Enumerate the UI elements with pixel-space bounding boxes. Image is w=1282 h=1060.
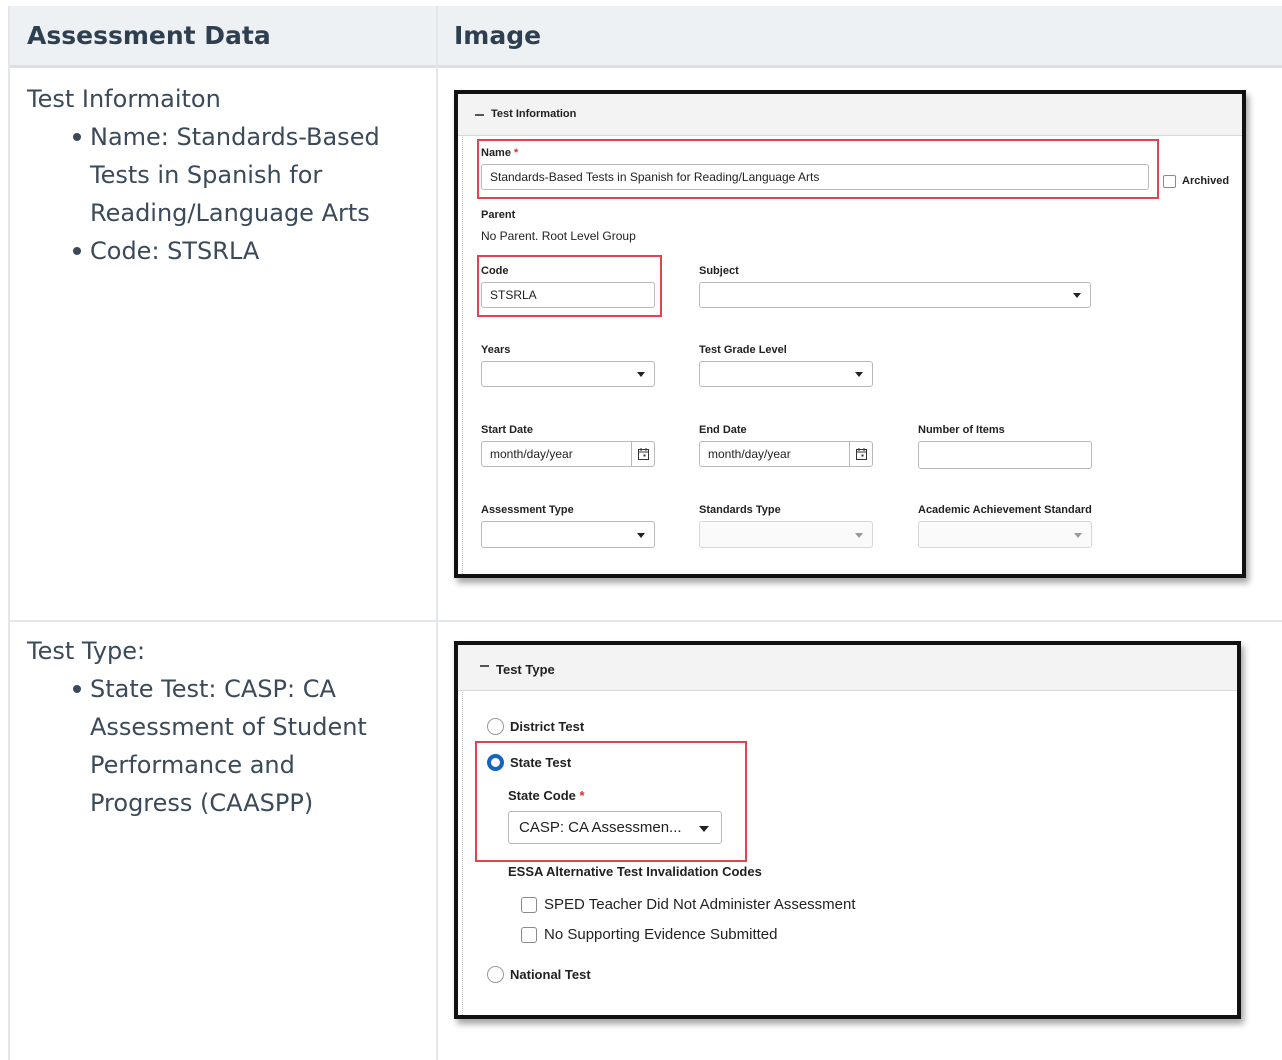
archived-checkbox[interactable] [1163,175,1176,188]
section-title: Test Type [496,662,555,677]
years-select[interactable] [481,361,655,387]
start-date-placeholder: month/day/year [490,447,573,461]
column-divider [436,6,438,1060]
sped-teacher-checkbox[interactable] [521,897,537,913]
row2-description: Test Type: State Test: CASP: CA Assessme… [27,632,367,822]
achievement-standard-select[interactable] [918,521,1092,548]
code-label: Code [481,265,509,277]
test-information-screenshot: Test Information Name * Standards-Based … [454,90,1246,578]
sped-teacher-label: SPED Teacher Did Not Administer Assessme… [544,896,856,913]
list-item-line: Name: Standards-Based [90,123,380,151]
column-header-assessment-data: Assessment Data [27,21,271,50]
row1-description: Test Informaiton Name: Standards-Based T… [27,80,380,270]
calendar-icon[interactable] [631,442,654,466]
calendar-icon[interactable] [849,442,872,466]
name-label: Name * [481,147,519,159]
state-test-label: State Test [510,755,572,770]
row-divider [8,620,1282,622]
list-item-line: Reading/Language Arts [90,199,370,227]
subject-label: Subject [699,265,739,277]
standards-type-label: Standards Type [699,504,781,516]
list-item-name: Name: Standards-Based Tests in Spanish f… [73,118,380,232]
no-evidence-checkbox[interactable] [521,927,537,943]
list-item-state-test: State Test: CASP: CA Assessment of Stude… [73,670,367,822]
parent-value: No Parent. Root Level Group [481,229,636,243]
row2-list: State Test: CASP: CA Assessment of Stude… [27,670,367,822]
assessment-type-label: Assessment Type [481,504,574,516]
code-input[interactable]: STSRLA [481,282,655,308]
column-header-image: Image [454,21,542,50]
chevron-down-icon [855,532,863,538]
end-date-placeholder: month/day/year [708,447,791,461]
table-left-border [8,6,10,1060]
table-header-row: Assessment Data Image [8,6,1282,68]
number-of-items-input[interactable] [918,441,1092,469]
test-type-screenshot: Test Type District Test State Test State… [454,641,1241,1019]
years-label: Years [481,344,511,356]
achievement-standard-label: Academic Achievement Standard [918,504,1092,516]
chevron-down-icon [855,372,863,377]
state-code-value: CASP: CA Assessmen... [519,819,682,836]
grade-select[interactable] [699,361,873,387]
start-date-input[interactable]: month/day/year [481,441,655,467]
no-evidence-label: No Supporting Evidence Submitted [544,926,778,943]
list-item-code: Code: STSRLA [73,232,380,270]
collapse-icon[interactable] [480,665,489,667]
list-item-line: Tests in Spanish for [90,161,323,189]
section-title: Test Information [491,108,577,120]
list-item-line: Progress (CAASPP) [90,789,314,817]
state-code-select[interactable]: CASP: CA Assessmen... [508,811,722,844]
collapse-icon[interactable] [475,114,484,116]
chevron-down-icon [637,532,645,538]
list-item-line: Performance and [90,751,295,779]
end-date-input[interactable]: month/day/year [699,441,873,467]
end-date-label: End Date [699,424,747,436]
section-header: Test Type [458,645,1237,691]
chevron-down-icon [1073,293,1081,298]
assessment-type-select[interactable] [481,521,655,548]
standards-type-select[interactable] [699,521,873,548]
row1-title: Test Informaiton [27,85,221,113]
chevron-down-icon [699,825,709,832]
chevron-down-icon [637,372,645,377]
grade-label: Test Grade Level [699,344,787,356]
essa-codes-label: ESSA Alternative Test Invalidation Codes [508,864,762,879]
national-test-radio[interactable] [487,966,504,983]
state-test-radio[interactable] [487,754,504,771]
district-test-radio[interactable] [487,718,504,735]
start-date-label: Start Date [481,424,533,436]
row2-title: Test Type: [27,637,146,665]
number-of-items-label: Number of Items [918,424,1005,436]
national-test-label: National Test [510,967,591,982]
name-input[interactable]: Standards-Based Tests in Spanish for Rea… [481,164,1149,190]
state-code-label: State Code * [508,788,585,803]
section-header: Test Information [458,94,1242,136]
row1-list: Name: Standards-Based Tests in Spanish f… [27,118,380,270]
parent-label: Parent [481,209,516,221]
list-item-line: State Test: CASP: CA [90,675,336,703]
chevron-down-icon [1074,532,1082,538]
archived-label: Archived [1182,175,1230,187]
subject-select[interactable] [699,282,1091,308]
list-item-line: Assessment of Student [90,713,367,741]
district-test-label: District Test [510,719,585,734]
